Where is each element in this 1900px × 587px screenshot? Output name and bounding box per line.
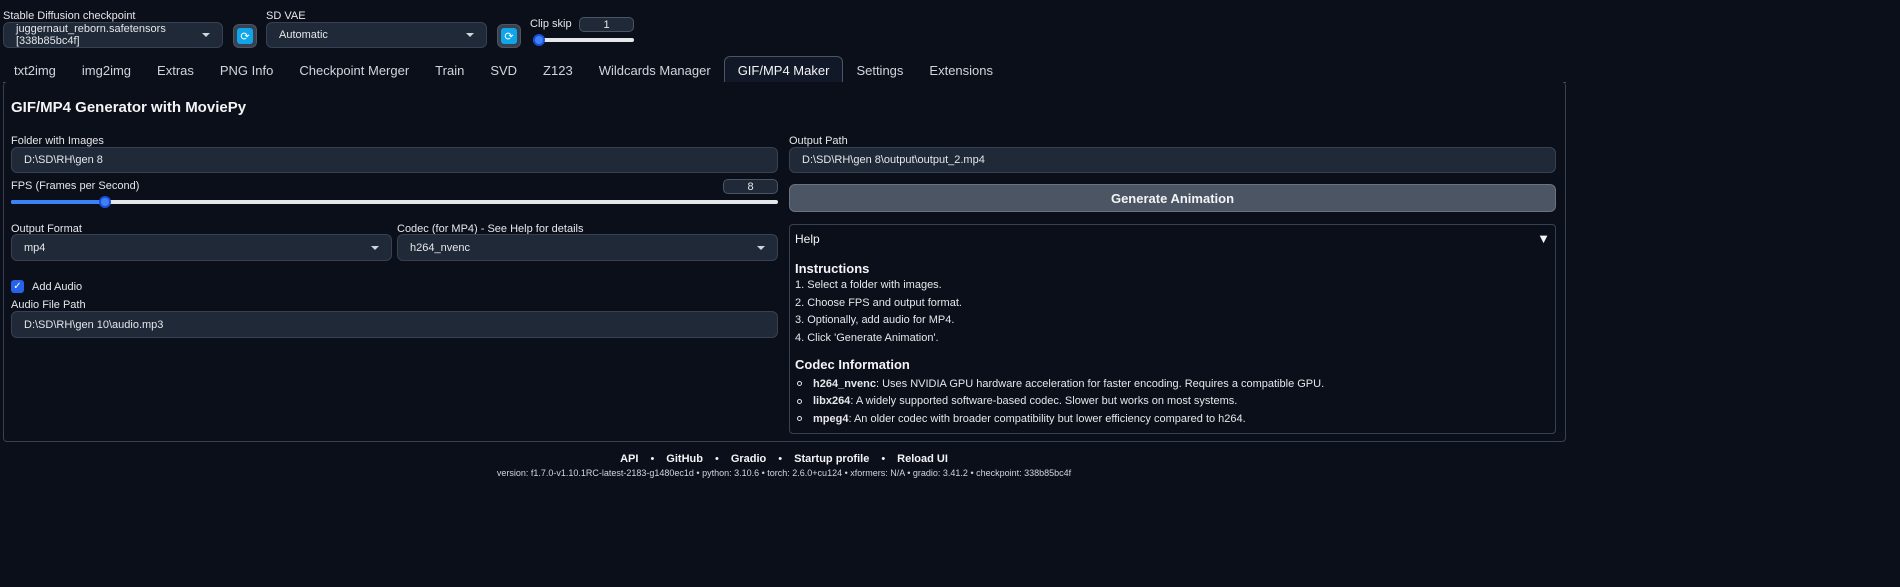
instruction-step: 4. Click 'Generate Animation'. xyxy=(795,331,939,344)
footer-link-reload-ui[interactable]: Reload UI xyxy=(897,453,948,465)
codec-dropdown[interactable]: h264_nvenc xyxy=(397,234,778,261)
codec-item: mpeg4: An older codec with broader compa… xyxy=(795,410,1324,428)
generate-button[interactable]: Generate Animation xyxy=(789,184,1556,212)
footer-link-gradio[interactable]: Gradio xyxy=(731,453,766,465)
codec-name: mpeg4 xyxy=(813,412,849,425)
codec-info-title: Codec Information xyxy=(795,357,910,372)
instructions-title: Instructions xyxy=(795,261,870,276)
bullet-icon xyxy=(797,381,802,387)
tab-gif-mp4-maker[interactable]: GIF/MP4 Maker xyxy=(723,56,844,84)
footer-link-api[interactable]: API xyxy=(620,453,638,465)
folder-input[interactable]: D:\SD\RH\gen 8 xyxy=(11,147,778,173)
footer-separator: • xyxy=(881,453,886,465)
slider-fill xyxy=(11,200,106,204)
footer-link-startup-profile[interactable]: Startup profile xyxy=(794,453,869,465)
tab-bar: txt2img img2img Extras PNG Info Checkpoint M… xyxy=(1,56,1006,84)
tab-txt2img[interactable]: txt2img xyxy=(1,57,69,83)
tab-img2img[interactable]: img2img xyxy=(69,57,144,83)
version-info: version: f1.7.0-v1.10.1RC-latest-2183-g1… xyxy=(496,468,1072,478)
instruction-step: 1. Select a folder with images. xyxy=(795,279,942,291)
help-header[interactable]: Help ▼ xyxy=(795,231,1550,246)
tab-png-info[interactable]: PNG Info xyxy=(207,57,286,83)
folder-value: D:\SD\RH\gen 8 xyxy=(24,154,103,166)
format-value: mp4 xyxy=(24,241,46,254)
instructions-list: 1. Select a folder with images. 2. Choose… xyxy=(795,279,962,349)
checkpoint-value: juggernaut_reborn.safetensors [338b85bc4… xyxy=(16,23,166,47)
codec-item: h264_nvenc: Uses NVIDIA GPU hardware acc… xyxy=(795,375,1324,393)
codec-description: : An older codec with broader compatibil… xyxy=(848,412,1246,425)
slider-thumb[interactable] xyxy=(533,34,545,46)
codec-description: : Uses NVIDIA GPU hardware acceleration … xyxy=(875,377,1325,390)
footer-separator: • xyxy=(714,453,719,465)
codec-value: h264_nvenc xyxy=(410,241,470,254)
chevron-down-icon xyxy=(757,245,765,250)
bullet-icon xyxy=(797,398,802,404)
footer-separator: • xyxy=(778,453,783,465)
chevron-down-icon xyxy=(202,33,210,37)
checkpoint-dropdown[interactable]: juggernaut_reborn.safetensors [338b85bc4… xyxy=(3,22,223,48)
codec-description: : A widely supported software-based code… xyxy=(850,395,1238,408)
add-audio-label: Add Audio xyxy=(32,280,83,293)
chevron-down-icon xyxy=(466,33,474,37)
fps-slider[interactable] xyxy=(11,196,778,208)
format-dropdown[interactable]: mp4 xyxy=(11,234,392,261)
checkpoint-label: Stable Diffusion checkpoint xyxy=(3,10,136,22)
tab-wildcards-manager[interactable]: Wildcards Manager xyxy=(586,57,724,83)
refresh-icon: ⟳ xyxy=(501,28,517,44)
slider-track xyxy=(533,38,634,42)
tab-z123[interactable]: Z123 xyxy=(530,57,586,83)
refresh-icon: ⟳ xyxy=(237,28,253,44)
tab-checkpoint-merger[interactable]: Checkpoint Merger xyxy=(286,57,422,83)
slider-track xyxy=(11,200,778,204)
add-audio-checkbox[interactable]: ✓ Add Audio xyxy=(11,280,82,293)
vae-value: Automatic xyxy=(279,29,328,41)
folder-label: Folder with Images xyxy=(11,135,104,147)
refresh-vae-button[interactable]: ⟳ xyxy=(497,24,521,48)
tab-extras[interactable]: Extras xyxy=(144,57,207,83)
fps-label: FPS (Frames per Second) xyxy=(11,180,140,192)
footer-separator: • xyxy=(650,453,655,465)
bullet-icon xyxy=(797,416,802,422)
clip-skip-slider[interactable] xyxy=(533,34,634,46)
codec-name: libx264 xyxy=(813,395,851,408)
clip-skip-label: Clip skip xyxy=(530,18,572,30)
refresh-checkpoint-button[interactable]: ⟳ xyxy=(233,24,257,48)
audio-value: D:\SD\RH\gen 10\audio.mp3 xyxy=(24,318,164,331)
output-value: D:\SD\RH\gen 8\output\output_2.mp4 xyxy=(802,154,985,166)
vae-label: SD VAE xyxy=(266,10,306,22)
fps-input[interactable]: 8 xyxy=(723,179,778,194)
vae-dropdown[interactable]: Automatic xyxy=(266,22,487,48)
instruction-step: 2. Choose FPS and output format. xyxy=(795,296,962,309)
tab-settings[interactable]: Settings xyxy=(843,57,916,83)
footer-links: API • GitHub • Gradio • Startup profile • Reload… xyxy=(0,453,1568,465)
instruction-step: 3. Optionally, add audio for MP4. xyxy=(795,314,955,326)
codec-info-list: h264_nvenc: Uses NVIDIA GPU hardware acc… xyxy=(795,375,1324,428)
tab-train[interactable]: Train xyxy=(422,57,477,83)
tab-extensions[interactable]: Extensions xyxy=(916,57,1006,83)
audio-label: Audio File Path xyxy=(11,299,86,311)
triangle-down-icon: ▼ xyxy=(1537,231,1550,246)
tab-svd[interactable]: SVD xyxy=(477,57,530,83)
audio-input[interactable]: D:\SD\RH\gen 10\audio.mp3 xyxy=(11,311,778,338)
output-label: Output Path xyxy=(789,135,848,147)
chevron-down-icon xyxy=(371,245,379,250)
footer-link-github[interactable]: GitHub xyxy=(666,453,703,465)
check-icon: ✓ xyxy=(11,280,24,293)
codec-item: libx264: A widely supported software-bas… xyxy=(795,393,1324,411)
help-title: Help xyxy=(795,231,820,246)
codec-name: h264_nvenc xyxy=(813,377,876,390)
clip-skip-input[interactable]: 1 xyxy=(579,17,634,32)
page-title: GIF/MP4 Generator with MoviePy xyxy=(11,99,247,116)
output-input[interactable]: D:\SD\RH\gen 8\output\output_2.mp4 xyxy=(789,147,1556,173)
